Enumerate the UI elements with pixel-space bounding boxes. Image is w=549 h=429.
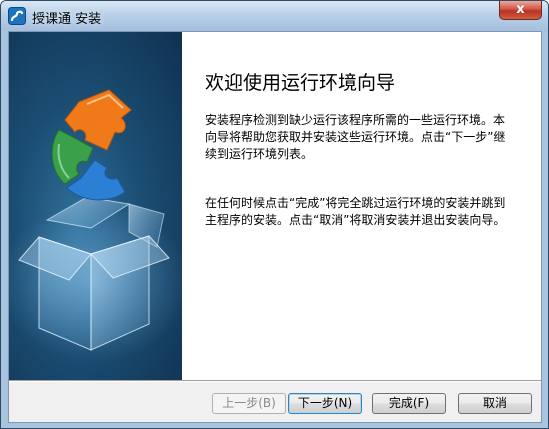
wizard-client: 欢迎使用运行环境向导 安装程序检测到缺少运行该程序所需的一些运行环境。本向导将帮… [8,31,542,423]
installer-window: 授课通 安装 x 欢迎使用运行环境向导 安装程序检测到缺少运行该程序所需的一些运… [0,0,549,429]
content-panel: 欢迎使用运行环境向导 安装程序检测到缺少运行该程序所需的一些运行环境。本向导将帮… [182,32,541,380]
finish-button[interactable]: 完成(F) [372,393,446,414]
close-icon: x [516,2,525,17]
page-title: 欢迎使用运行环境向导 [205,72,396,94]
title-bar[interactable]: 授课通 安装 x [1,1,548,31]
skip-info-text: 在任何时候点击“完成”将完全跳过运行环境的安装并跳到主程序的安装。点击“取消”将… [205,196,506,227]
banner-panel [9,32,182,380]
divider [9,380,541,382]
back-button[interactable]: 上一步(B) [212,393,286,414]
window-title: 授课通 安装 [32,12,102,27]
cancel-button[interactable]: 取消 [458,393,532,414]
puzzle-box-illustration [9,89,182,362]
close-button[interactable]: x [499,1,542,20]
intro-text: 安装程序检测到缺少运行该程序所需的一些运行环境。本向导将帮助您获取并安装这些运行… [205,113,506,161]
app-logo-icon [8,7,26,25]
next-button[interactable]: 下一步(N) [288,393,362,414]
